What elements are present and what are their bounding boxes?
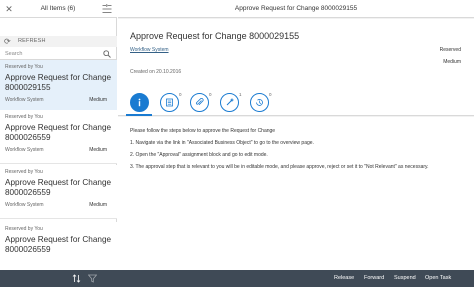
tab-count: 0 xyxy=(209,92,212,97)
list-item-title: Approve Request for Change 8000026559 xyxy=(5,178,112,197)
list-item-priority: Medium xyxy=(89,202,107,208)
release-button[interactable]: Release xyxy=(334,275,354,281)
attachment-icon xyxy=(196,98,204,106)
open-task-button[interactable]: Open Task xyxy=(425,275,451,281)
link-icon xyxy=(226,98,234,106)
search-input[interactable] xyxy=(5,50,100,58)
refresh-label: REFRESH xyxy=(18,38,46,44)
list-item[interactable]: Reserved by You Approve Request for Chan… xyxy=(0,165,117,219)
list-item[interactable]: Reserved by You Approve Request for Chan… xyxy=(0,110,117,164)
instructions-intro: Please follow the steps below to approve… xyxy=(130,128,276,134)
list-item-title: Approve Request for Change 8000026559 xyxy=(5,235,112,254)
workflow-system-link[interactable]: Workflow System xyxy=(130,47,169,53)
list-item-title: Approve Request for Change 8000029155 xyxy=(5,73,112,92)
tab-count: 0 xyxy=(179,92,182,97)
reserved-status: Reserved by You xyxy=(5,114,43,120)
status-badge: Reserved xyxy=(439,47,461,53)
close-icon[interactable]: ✕ xyxy=(4,4,14,14)
reserved-status: Reserved by You xyxy=(5,169,43,175)
list-item[interactable]: Reserved by You Approve Request for Chan… xyxy=(0,60,117,114)
list-item[interactable]: Reserved by You Approve Request for Chan… xyxy=(0,222,117,270)
sort-icon[interactable] xyxy=(72,274,81,283)
list-item-priority: Medium xyxy=(89,97,107,103)
list-item-system: Workflow System xyxy=(5,147,44,153)
forward-button[interactable]: Forward xyxy=(364,275,384,281)
tab-count: 0 xyxy=(269,92,272,97)
tab-attachments[interactable]: 0 xyxy=(190,92,212,112)
refresh-icon: ⟳ xyxy=(4,37,11,46)
instruction-step-2: 2. Open the "Approval" assignment block … xyxy=(130,152,268,158)
tab-count: 1 xyxy=(239,92,242,97)
task-title: Approve Request for Change 8000029155 xyxy=(130,31,300,41)
refresh-button[interactable]: ⟳ REFRESH xyxy=(0,36,117,47)
master-footer xyxy=(0,270,118,287)
tab-content: Please follow the steps below to approve… xyxy=(118,117,474,270)
created-date: Created on 20.10.2016 xyxy=(130,69,182,75)
suspend-button[interactable]: Suspend xyxy=(394,275,416,281)
search-bar xyxy=(0,48,117,60)
detail-header-title: Approve Request for Change 8000029155 xyxy=(234,5,358,12)
detail-footer-toolbar: Release Forward Suspend Open Task xyxy=(118,270,474,287)
list-settings-icon[interactable] xyxy=(102,4,112,14)
tab-description[interactable]: 0 xyxy=(160,92,182,112)
reserved-status: Reserved by You xyxy=(5,226,43,232)
tab-info[interactable] xyxy=(130,93,149,112)
detail-pane: Approve Request for Change 8000029155 Ap… xyxy=(118,0,474,270)
master-title: All Items (6) xyxy=(40,5,76,12)
list-item-system: Workflow System xyxy=(5,97,44,103)
instruction-step-1: 1. Navigate via the link in "Associated … xyxy=(130,140,314,146)
list-item-title: Approve Request for Change 8000026559 xyxy=(5,123,112,142)
reserved-status: Reserved by You xyxy=(5,64,43,70)
detail-header: Approve Request for Change 8000029155 xyxy=(118,0,474,18)
active-tab-indicator xyxy=(126,114,152,116)
history-icon xyxy=(256,99,263,106)
object-header: Approve Request for Change 8000029155 Wo… xyxy=(118,19,474,89)
priority-label: Medium xyxy=(443,59,461,65)
list-item-priority: Medium xyxy=(89,147,107,153)
master-list-pane: ✕ All Items (6) ⟳ REFRESH Reserved by Yo xyxy=(0,0,117,270)
tab-related-objects[interactable]: 1 xyxy=(220,92,242,112)
info-icon xyxy=(138,98,141,107)
list-item-system: Workflow System xyxy=(5,202,44,208)
filter-icon[interactable] xyxy=(87,274,98,283)
icon-tab-bar: 0 0 1 0 xyxy=(118,89,474,116)
notes-icon xyxy=(166,98,173,107)
master-header: ✕ All Items (6) xyxy=(0,0,117,18)
tab-processing-log[interactable]: 0 xyxy=(250,92,272,112)
instruction-step-3: 3. The approval step that is relevant to… xyxy=(130,164,429,170)
search-icon[interactable] xyxy=(103,50,111,58)
